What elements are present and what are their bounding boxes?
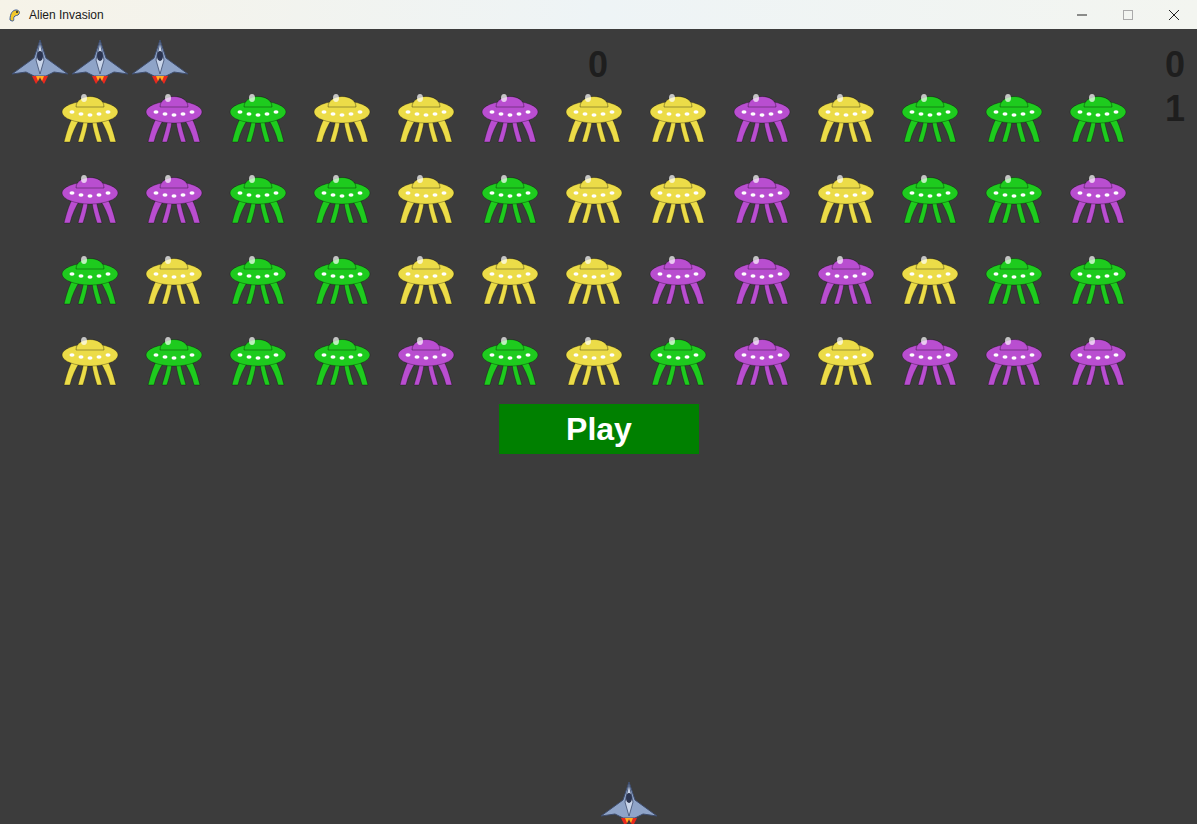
alien-icon xyxy=(228,328,288,386)
alien-icon xyxy=(648,85,708,143)
alien-icon xyxy=(228,247,288,305)
title-bar: Alien Invasion xyxy=(0,0,1197,29)
alien-icon xyxy=(900,247,960,305)
alien-icon xyxy=(648,247,708,305)
alien-icon xyxy=(900,166,960,224)
alien-icon xyxy=(228,85,288,143)
game-canvas: 001Play xyxy=(0,29,1197,824)
alien-icon xyxy=(816,166,876,224)
alien-icon xyxy=(648,166,708,224)
alien-icon xyxy=(312,166,372,224)
alien-icon xyxy=(732,166,792,224)
lives xyxy=(10,38,190,86)
alien-icon xyxy=(396,328,456,386)
score: 0 xyxy=(568,43,628,87)
alien-icon xyxy=(1068,247,1128,305)
player-ship-icon xyxy=(599,780,659,824)
alien-icon xyxy=(60,328,120,386)
alien-icon xyxy=(480,85,540,143)
window-title: Alien Invasion xyxy=(29,6,104,24)
alien-icon xyxy=(816,85,876,143)
alien-icon xyxy=(564,166,624,224)
alien-icon xyxy=(480,247,540,305)
alien-icon xyxy=(564,247,624,305)
alien-icon xyxy=(984,328,1044,386)
alien-icon xyxy=(144,328,204,386)
life-ship-icon xyxy=(130,38,190,86)
alien-icon xyxy=(396,166,456,224)
app-window: Alien Invasion001Play xyxy=(0,0,1197,824)
alien-icon xyxy=(480,328,540,386)
alien-icon xyxy=(816,247,876,305)
alien-icon xyxy=(396,247,456,305)
minimize-button[interactable] xyxy=(1059,0,1105,29)
alien-icon xyxy=(312,328,372,386)
alien-icon xyxy=(732,328,792,386)
life-ship-icon xyxy=(10,38,70,86)
alien-icon xyxy=(312,85,372,143)
alien-icon xyxy=(648,328,708,386)
alien-icon xyxy=(984,85,1044,143)
play-button[interactable]: Play xyxy=(499,404,699,454)
alien-icon xyxy=(480,166,540,224)
alien-icon xyxy=(564,328,624,386)
alien-fleet xyxy=(60,85,1128,386)
alien-icon xyxy=(60,166,120,224)
alien-icon xyxy=(816,328,876,386)
life-ship-icon xyxy=(70,38,130,86)
alien-icon xyxy=(984,247,1044,305)
alien-icon xyxy=(144,166,204,224)
alien-row xyxy=(60,85,1128,143)
high-score: 0 xyxy=(1165,43,1185,87)
close-button[interactable] xyxy=(1151,0,1197,29)
pygame-icon xyxy=(7,7,23,23)
minimize-icon xyxy=(1077,10,1087,20)
alien-icon xyxy=(144,247,204,305)
close-icon xyxy=(1169,10,1179,20)
alien-icon xyxy=(564,85,624,143)
alien-icon xyxy=(732,85,792,143)
alien-icon xyxy=(1068,328,1128,386)
alien-icon xyxy=(228,166,288,224)
alien-row xyxy=(60,166,1128,224)
alien-icon xyxy=(144,85,204,143)
alien-icon xyxy=(1068,166,1128,224)
alien-icon xyxy=(732,247,792,305)
maximize-button[interactable] xyxy=(1105,0,1151,29)
maximize-icon xyxy=(1123,10,1133,20)
alien-row xyxy=(60,247,1128,305)
alien-icon xyxy=(900,85,960,143)
alien-icon xyxy=(900,328,960,386)
alien-icon xyxy=(60,85,120,143)
alien-icon xyxy=(312,247,372,305)
level: 1 xyxy=(1165,87,1185,131)
alien-icon xyxy=(60,247,120,305)
alien-icon xyxy=(396,85,456,143)
alien-icon xyxy=(984,166,1044,224)
alien-icon xyxy=(1068,85,1128,143)
alien-row xyxy=(60,328,1128,386)
